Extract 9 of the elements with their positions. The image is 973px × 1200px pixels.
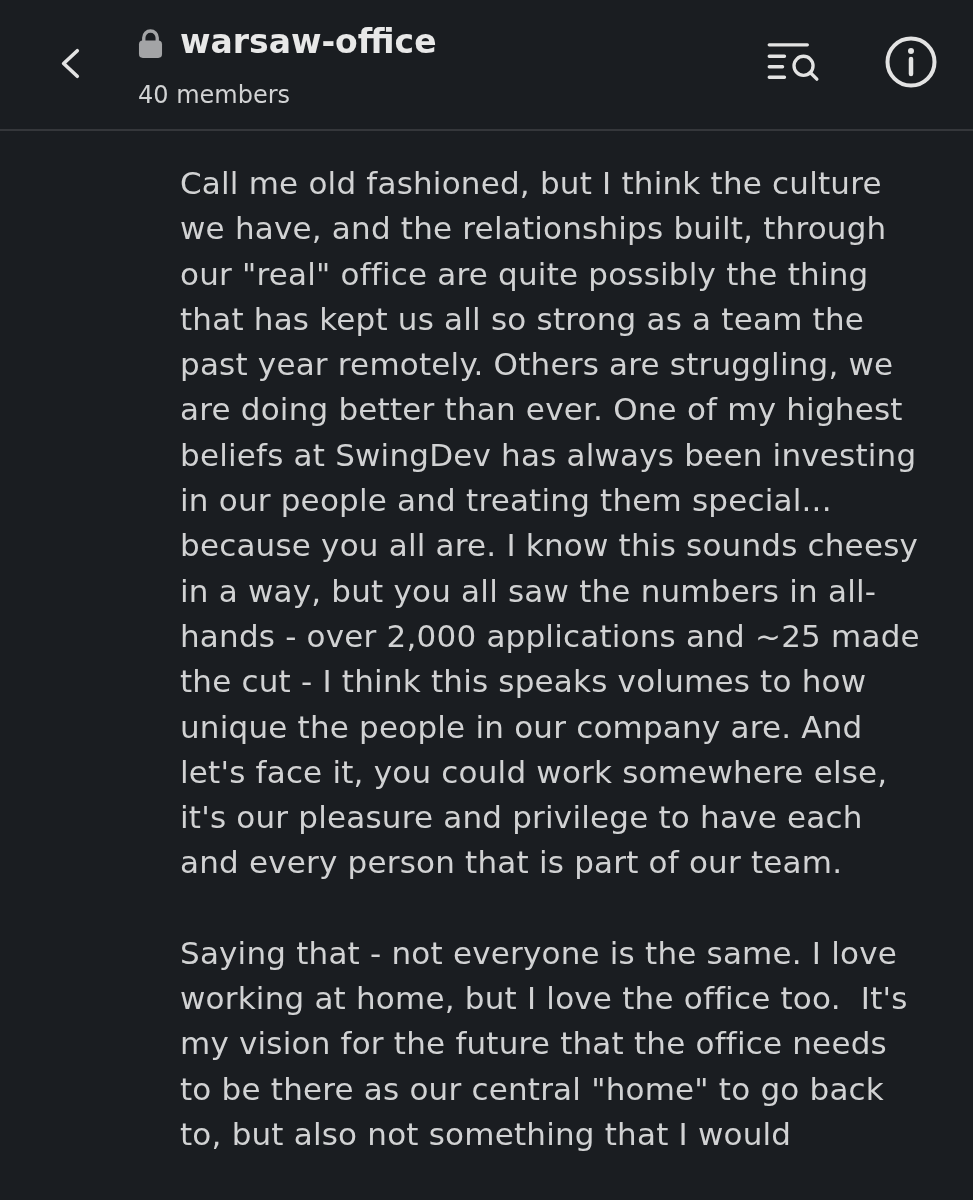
channel-name[interactable]: warsaw-office: [180, 20, 437, 64]
message-paragraph: Saying that - not everyone is the same. I love working at home, but I love the office too. It's my vision for the future that the office needs to be there as our central "home" to go back to, but also not something that I would: [180, 933, 909, 1154]
search-button[interactable]: [767, 42, 821, 82]
member-count[interactable]: 40 members: [138, 79, 291, 111]
info-button[interactable]: [885, 36, 937, 88]
message-paragraph: Call me old fashioned, but I think the culture we have, and the relationships built, through our "real" office are quite possibly the thing that has kept us all so strong as a team the past year remotely. Others are struggling, we are doing better than ever. One of my highest beliefs at SwingDev has always been investing in our people and treating them special... because you all are. I know this sounds cheesy in a way, but you all saw the numbers in all-hands - over 2,000 applications and ~25 made the cut - I think this speaks volumes to how unique the people in our company are. And let's face it, you could work somewhere else, it's our pleasure and privilege to have each and every person that is part of our team.: [180, 164, 921, 883]
chevron-left-icon: [60, 47, 80, 79]
info-icon: [885, 36, 937, 88]
list-search-icon: [767, 42, 821, 82]
